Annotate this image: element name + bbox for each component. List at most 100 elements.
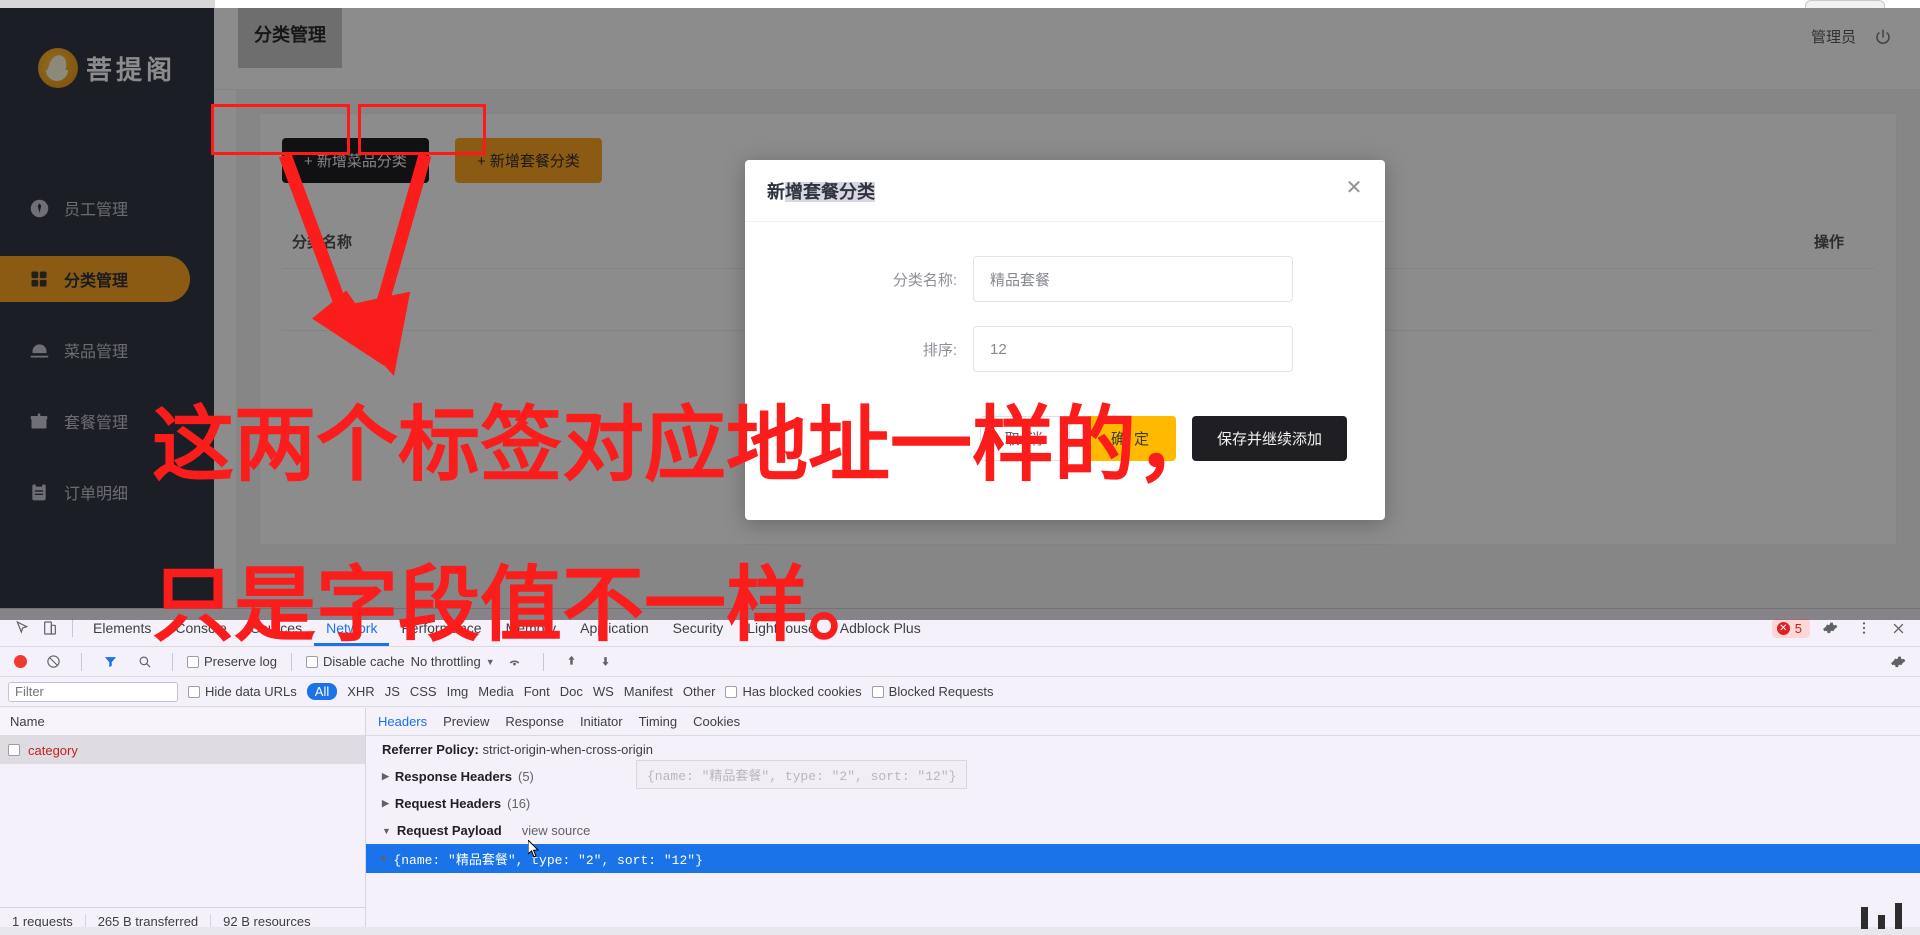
- browser-tab-hint[interactable]: [1805, 0, 1885, 8]
- add-combo-category-dialog: 新增套餐分类 ✕ 分类名称: 排序: 取 消 确 定 保存并继续添加: [745, 160, 1385, 520]
- checkbox-icon: [187, 655, 199, 668]
- disable-cache-label: Disable cache: [322, 654, 405, 669]
- has-blocked-cookies-checkbox[interactable]: Has blocked cookies: [725, 684, 862, 699]
- request-payload-label: Request Payload: [396, 823, 502, 838]
- divider: [81, 652, 82, 671]
- checkbox-icon: [725, 685, 738, 698]
- request-payload-json: {name: "精品套餐", type: "2", sort: "12"}: [393, 853, 703, 868]
- filter-type-font[interactable]: Font: [524, 684, 550, 699]
- filter-type-other[interactable]: Other: [683, 684, 716, 699]
- application-viewport: 菩提阁 员工管理 分类管理 菜品管理 套餐管理 订单明细 分类管理 管理员 + …: [0, 0, 1920, 620]
- label-category-name: 分类名称:: [892, 271, 957, 289]
- browser-chrome-strip: [0, 0, 1920, 8]
- filter-type-img[interactable]: Img: [447, 684, 469, 699]
- preserve-log-label: Preserve log: [204, 654, 277, 669]
- network-settings-gear-icon[interactable]: [1884, 649, 1912, 675]
- network-request-list: Name category 1 requests 265 B transferr…: [0, 708, 366, 935]
- detail-tab-timing[interactable]: Timing: [639, 714, 678, 729]
- response-headers-label: Response Headers: [394, 769, 512, 784]
- save-and-continue-button[interactable]: 保存并继续添加: [1191, 416, 1347, 461]
- blocked-requests-label: Blocked Requests: [888, 684, 994, 699]
- dialog-header: 新增套餐分类 ✕: [745, 160, 1385, 222]
- request-headers-label: Request Headers: [394, 796, 502, 811]
- checkbox-icon: [871, 685, 884, 698]
- record-button-icon[interactable]: [14, 655, 27, 668]
- media-bar-icon: [1861, 907, 1868, 929]
- close-icon[interactable]: ✕: [1343, 178, 1365, 200]
- detail-tab-preview[interactable]: Preview: [443, 714, 489, 729]
- blocked-requests-checkbox[interactable]: Blocked Requests: [871, 684, 994, 699]
- filter-type-xhr[interactable]: XHR: [347, 684, 374, 699]
- network-conditions-icon[interactable]: [501, 649, 529, 675]
- filter-type-all[interactable]: All: [306, 683, 338, 700]
- request-list-header: Name: [0, 708, 365, 736]
- detail-tab-headers[interactable]: Headers: [378, 714, 427, 729]
- form-row-category-name: 分类名称:: [745, 256, 1385, 302]
- request-headers-section[interactable]: ▶ Request Headers (16): [366, 790, 1920, 817]
- request-payload-section[interactable]: ▼ Request Payload view source: [366, 817, 1920, 844]
- chevron-down-icon: ▼: [382, 825, 391, 836]
- has-blocked-cookies-label: Has blocked cookies: [742, 684, 862, 699]
- referrer-policy-value: strict-origin-when-cross-origin: [482, 742, 653, 757]
- throttling-select[interactable]: No throttling ▼: [411, 654, 495, 669]
- sort-input[interactable]: [973, 326, 1293, 372]
- confirm-button[interactable]: 确 定: [1085, 416, 1176, 461]
- request-payload-row[interactable]: ▶ {name: "精品套餐", type: "2", sort: "12"}: [366, 844, 1920, 873]
- divider: [72, 618, 73, 637]
- dialog-title-selected: 增套餐分类: [785, 181, 875, 202]
- request-detail-pane: Headers Preview Response Initiator Timin…: [366, 708, 1920, 935]
- export-har-icon[interactable]: [592, 649, 620, 675]
- response-headers-count: (5): [517, 769, 534, 784]
- checkbox-icon: [8, 744, 20, 756]
- checkbox-icon: [305, 655, 318, 668]
- error-count: 5: [1794, 620, 1802, 636]
- view-source-link[interactable]: view source: [522, 823, 591, 838]
- referrer-policy-key: Referrer Policy:: [382, 742, 479, 757]
- referrer-policy-row: Referrer Policy: strict-origin-when-cros…: [366, 736, 1920, 763]
- dialog-body: 分类名称: 排序: 取 消 确 定 保存并继续添加: [745, 222, 1385, 461]
- throttling-label: No throttling: [410, 654, 481, 669]
- detail-tab-response[interactable]: Response: [505, 714, 564, 729]
- disable-cache-checkbox[interactable]: Disable cache: [305, 654, 405, 669]
- error-dot-icon: ✕: [1776, 621, 1790, 635]
- label-sort: 排序:: [922, 341, 957, 359]
- divider: [290, 652, 292, 671]
- request-list-item-category[interactable]: category: [0, 736, 365, 764]
- clear-icon[interactable]: [39, 649, 67, 675]
- devtools-panel: Elements Console Sources Network Perform…: [0, 608, 1920, 935]
- media-bar-icon: [1895, 903, 1902, 929]
- filter-type-media[interactable]: Media: [478, 684, 513, 699]
- chevron-down-icon: ▼: [485, 656, 495, 667]
- payload-tooltip: {name: "精品套餐", type: "2", sort: "12"}: [636, 760, 968, 789]
- filter-input[interactable]: [8, 681, 178, 702]
- divider: [172, 652, 173, 671]
- response-headers-section[interactable]: ▶ Response Headers (5): [366, 763, 1920, 790]
- filter-type-js[interactable]: JS: [385, 684, 400, 699]
- checkbox-icon: [188, 685, 200, 698]
- network-toolbar-right: [1884, 647, 1912, 677]
- search-icon[interactable]: [130, 649, 158, 675]
- media-controls[interactable]: [1861, 903, 1902, 929]
- chevron-right-icon: ▶: [382, 771, 389, 781]
- filter-type-doc[interactable]: Doc: [560, 684, 583, 699]
- detail-tab-initiator[interactable]: Initiator: [580, 714, 623, 729]
- filter-type-ws[interactable]: WS: [593, 684, 614, 699]
- network-filter-bar: Hide data URLs All XHR JS CSS Img Media …: [0, 677, 1920, 707]
- detail-tab-cookies[interactable]: Cookies: [693, 714, 740, 729]
- funnel-icon[interactable]: [96, 649, 124, 675]
- error-count-badge[interactable]: ✕ 5: [1771, 618, 1810, 638]
- cancel-button[interactable]: 取 消: [979, 416, 1070, 461]
- request-detail-tabs: Headers Preview Response Initiator Timin…: [366, 708, 1920, 736]
- network-split-view: Name category 1 requests 265 B transferr…: [0, 708, 1920, 935]
- import-har-icon[interactable]: [558, 649, 586, 675]
- filter-type-manifest[interactable]: Manifest: [624, 684, 673, 699]
- media-bar-icon: [1878, 915, 1885, 929]
- request-name: category: [28, 742, 78, 758]
- dialog-title-prefix: 新: [767, 181, 785, 202]
- hide-data-urls-checkbox[interactable]: Hide data URLs: [188, 684, 297, 699]
- dialog-footer: 取 消 确 定 保存并继续添加: [745, 396, 1385, 461]
- preserve-log-checkbox[interactable]: Preserve log: [187, 654, 277, 669]
- filter-type-css[interactable]: CSS: [410, 684, 437, 699]
- form-row-sort: 排序:: [745, 326, 1385, 372]
- category-name-input[interactable]: [973, 256, 1293, 302]
